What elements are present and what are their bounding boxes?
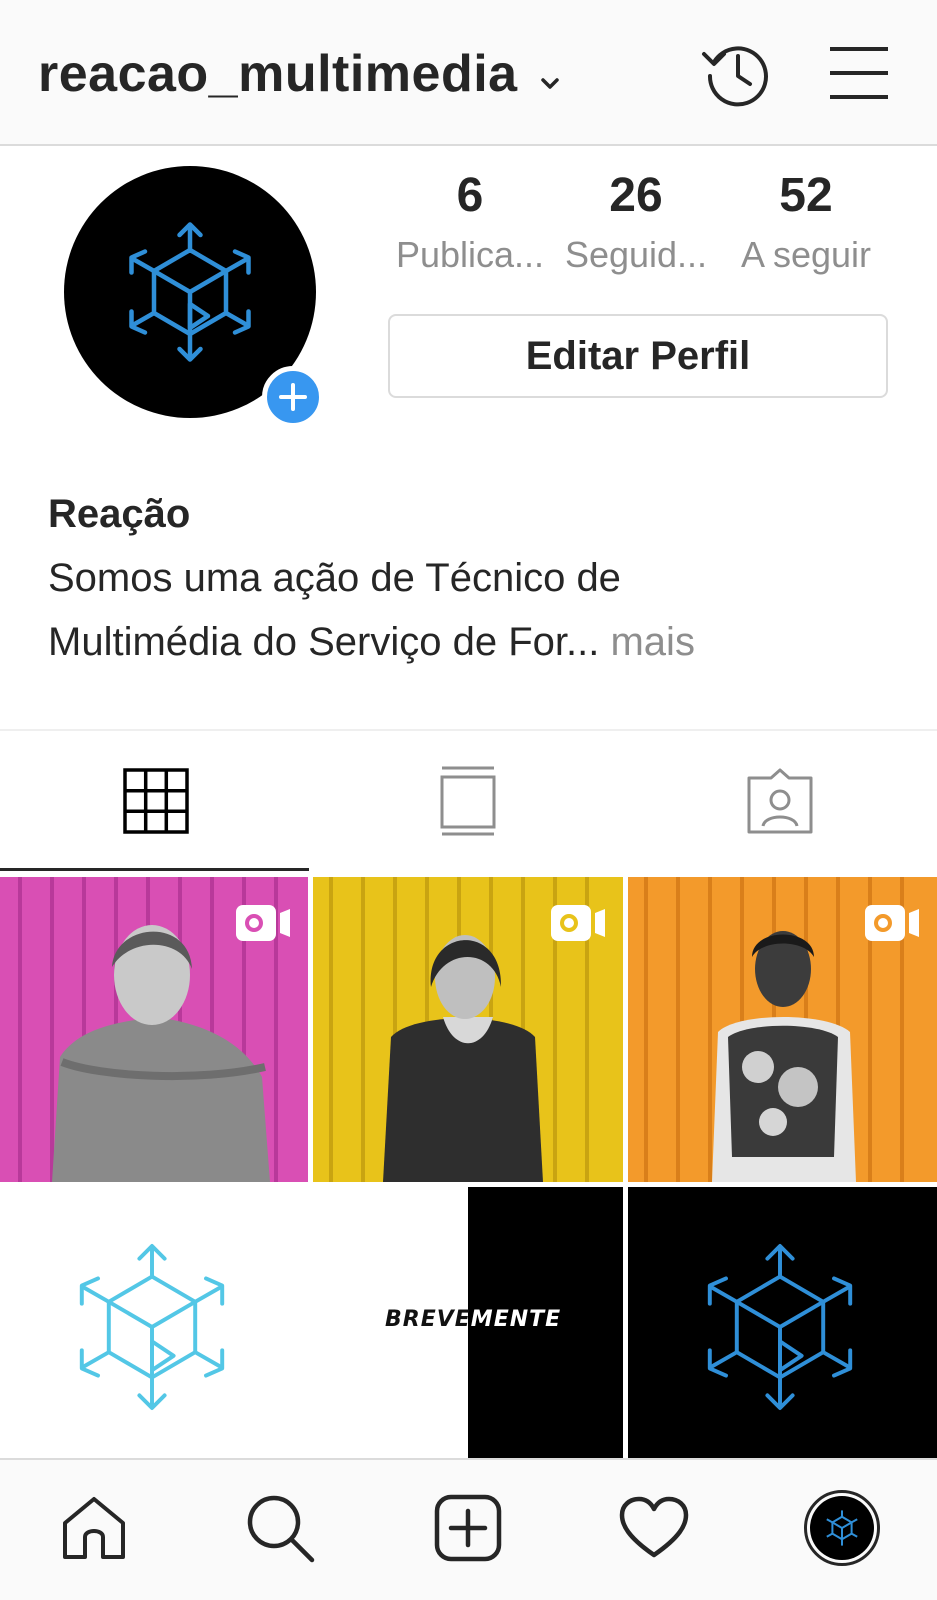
post-thumbnail[interactable]: [0, 877, 308, 1182]
add-story-button[interactable]: [262, 366, 324, 428]
posts-grid: BREVEMENTE: [0, 873, 937, 1458]
bio-more-link[interactable]: mais: [610, 620, 694, 664]
chevron-down-icon: [540, 44, 560, 104]
post-thumbnail[interactable]: [628, 1187, 937, 1458]
active-tab-indicator: [0, 868, 309, 871]
followers-stat[interactable]: 26 Seguid...: [546, 168, 726, 276]
edit-profile-button[interactable]: Editar Perfil: [388, 314, 888, 398]
igtv-icon: [440, 766, 496, 836]
post-thumbnail[interactable]: [0, 1187, 308, 1458]
plus-icon: [279, 383, 307, 411]
teaser-text-right: MENTE: [470, 1307, 562, 1332]
tagged-icon: [747, 768, 813, 834]
bio-line-2: Multimédia do Serviço de For...: [48, 620, 600, 664]
posts-count: 6: [456, 169, 484, 222]
bio: Reação Somos uma ação de Técnico de Mult…: [48, 486, 908, 674]
posts-stat[interactable]: 6 Publica...: [380, 168, 560, 276]
add-post-icon[interactable]: [428, 1488, 508, 1568]
bio-text: Somos uma ação de Técnico de Multimédia …: [48, 546, 908, 674]
grid-icon: [123, 768, 189, 834]
home-icon[interactable]: [54, 1488, 134, 1568]
heart-icon[interactable]: [614, 1488, 694, 1568]
top-bar: reacao_multimedia: [0, 0, 937, 146]
menu-icon[interactable]: [828, 44, 890, 107]
profile-header: 6 Publica... 26 Seguid... 52 A seguir Ed…: [0, 146, 937, 729]
followers-count: 26: [609, 169, 663, 222]
username-label: reacao_multimedia: [38, 45, 518, 103]
logo-cyan-image: [79, 1244, 225, 1410]
post-thumbnail[interactable]: BREVEMENTE: [313, 1187, 623, 1458]
video-icon: [236, 903, 292, 948]
history-icon[interactable]: [700, 38, 772, 115]
followers-label: Seguid...: [564, 234, 708, 275]
bio-line-1: Somos uma ação de Técnico de: [48, 556, 621, 600]
teaser-text: BREVEMENTE: [385, 1307, 565, 1332]
following-stat[interactable]: 52 A seguir: [716, 168, 896, 276]
logo-icon: [826, 1510, 858, 1546]
profile-avatar[interactable]: [802, 1488, 882, 1568]
video-icon: [865, 903, 921, 948]
video-icon: [551, 903, 607, 948]
post-thumbnail[interactable]: [628, 877, 937, 1182]
logo-blue-image: [707, 1244, 853, 1410]
tab-tagged[interactable]: [624, 731, 936, 871]
tab-igtv[interactable]: [312, 731, 624, 871]
logo-icon: [129, 222, 251, 362]
profile-tabs: [0, 729, 937, 871]
following-label: A seguir: [740, 234, 872, 275]
display-name: Reação: [48, 492, 191, 536]
bottom-nav: [0, 1458, 937, 1600]
following-count: 52: [779, 169, 833, 222]
teaser-text-left: BREVE: [385, 1307, 471, 1332]
search-icon[interactable]: [240, 1488, 320, 1568]
tab-grid[interactable]: [0, 731, 312, 871]
account-switcher[interactable]: reacao_multimedia: [38, 44, 560, 104]
post-thumbnail[interactable]: [313, 877, 623, 1182]
posts-label: Publica...: [395, 234, 545, 275]
